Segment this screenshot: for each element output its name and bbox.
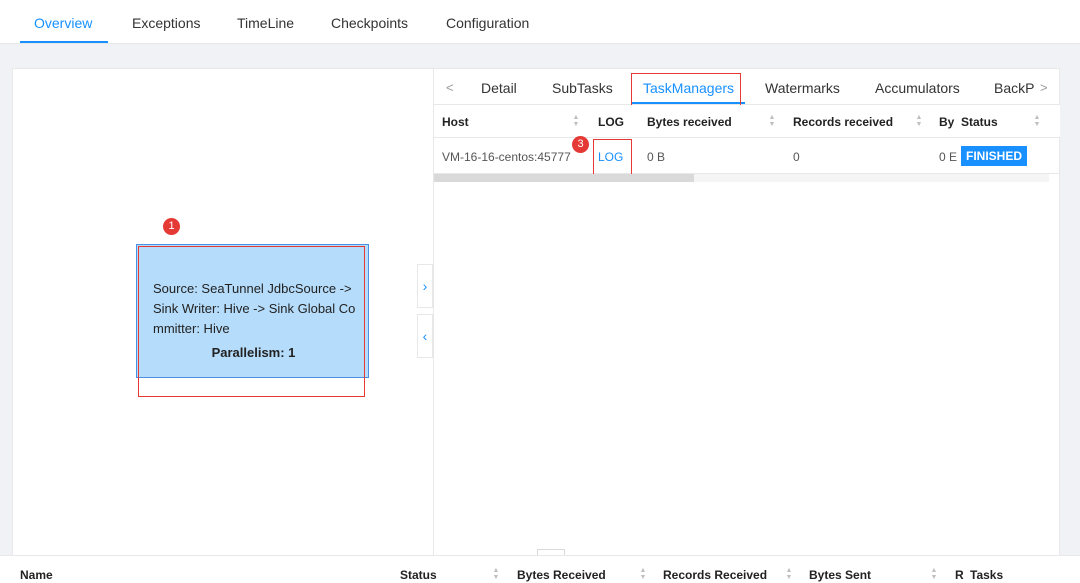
sort-icon[interactable]: ▲ ▼ <box>639 567 647 581</box>
table-row: VM-16-16-centos:45777 LOG 0 B 0 0 E FINI… <box>434 138 1060 174</box>
col-records-received[interactable]: Records Received <box>663 568 767 582</box>
vertex-table-header: Name Status ▲ ▼ Bytes Received ▲ ▼ Records… <box>0 555 1080 583</box>
sort-icon[interactable]: ▲ ▼ <box>1033 114 1041 128</box>
node-parallelism: Parallelism: 1 <box>211 345 296 360</box>
annotation-badge-3: 3 <box>572 136 589 153</box>
annotation-badge-1: 1 <box>163 218 180 235</box>
sort-icon[interactable]: ▲ ▼ <box>492 567 500 581</box>
col-bytes-received[interactable]: Bytes Received <box>517 568 606 582</box>
job-overview-card: Source: SeaTunnel JdbcSource -> Sink Wri… <box>12 68 1060 583</box>
tab-checkpoints[interactable]: Checkpoints <box>331 15 408 31</box>
tab-subtasks[interactable]: SubTasks <box>552 80 613 96</box>
sort-icon[interactable]: ▲ ▼ <box>915 114 923 128</box>
detail-tab-indicator <box>631 102 745 104</box>
col-log: LOG <box>598 115 624 129</box>
tab-backpressure[interactable]: BackP <box>994 80 1034 96</box>
col-status[interactable]: Status <box>961 115 998 129</box>
horizontal-scrollbar[interactable] <box>434 174 1049 182</box>
job-graph: Source: SeaTunnel JdbcSource -> Sink Wri… <box>13 69 433 555</box>
col-tasks[interactable]: Tasks <box>970 568 1003 582</box>
col-status[interactable]: Status <box>400 568 437 582</box>
tabs-prev-icon[interactable]: < <box>446 80 454 95</box>
col-bytes-sent[interactable]: By <box>939 115 954 129</box>
cell-records-received: 0 <box>793 150 800 164</box>
sort-icon[interactable]: ▲ ▼ <box>572 114 580 128</box>
col-records-received[interactable]: Records received <box>793 115 893 129</box>
col-host[interactable]: Host <box>442 115 469 129</box>
tab-overview[interactable]: Overview <box>34 15 92 31</box>
cell-bytes-sent: 0 E <box>939 150 958 164</box>
node-description: Source: SeaTunnel JdbcSource -> Sink Wri… <box>153 281 356 336</box>
col-bytes-received[interactable]: Bytes received <box>647 115 732 129</box>
job-tabs: Overview Exceptions TimeLine Checkpoints… <box>0 0 1080 44</box>
tab-detail[interactable]: Detail <box>481 80 517 96</box>
tab-accumulators[interactable]: Accumulators <box>875 80 960 96</box>
taskmanager-table-header: Host ▲ ▼ LOG Bytes received ▲ ▼ Records re… <box>434 105 1060 138</box>
tab-watermarks[interactable]: Watermarks <box>765 80 840 96</box>
col-name[interactable]: Name <box>20 568 53 582</box>
status-badge: FINISHED <box>961 146 1028 166</box>
graph-node[interactable]: Source: SeaTunnel JdbcSource -> Sink Wri… <box>136 244 369 378</box>
cell-host: VM-16-16-centos:45777 <box>442 150 571 164</box>
sort-icon[interactable]: ▲ ▼ <box>785 567 793 581</box>
col-bytes-sent[interactable]: Bytes Sent <box>809 568 871 582</box>
scrollbar-thumb[interactable] <box>434 174 694 182</box>
sort-icon[interactable]: ▲ ▼ <box>768 114 776 128</box>
tab-timeline[interactable]: TimeLine <box>237 15 294 31</box>
cell-bytes-received: 0 B <box>647 150 666 164</box>
collapse-panel-button[interactable]: ‹ <box>417 314 433 358</box>
col-records-sent[interactable]: R <box>955 568 964 582</box>
expand-panel-button[interactable]: › <box>417 264 433 308</box>
active-tab-indicator <box>20 41 108 43</box>
tabs-next-icon[interactable]: > <box>1040 80 1048 95</box>
tab-taskmanagers[interactable]: TaskManagers <box>643 80 734 96</box>
tab-configuration[interactable]: Configuration <box>446 15 529 31</box>
detail-tabs: < Detail SubTasks TaskManagers Watermark… <box>434 69 1060 105</box>
tab-exceptions[interactable]: Exceptions <box>132 15 200 31</box>
log-link[interactable]: LOG <box>598 150 623 164</box>
sort-icon[interactable]: ▲ ▼ <box>930 567 938 581</box>
node-detail-panel: < Detail SubTasks TaskManagers Watermark… <box>433 69 1060 555</box>
